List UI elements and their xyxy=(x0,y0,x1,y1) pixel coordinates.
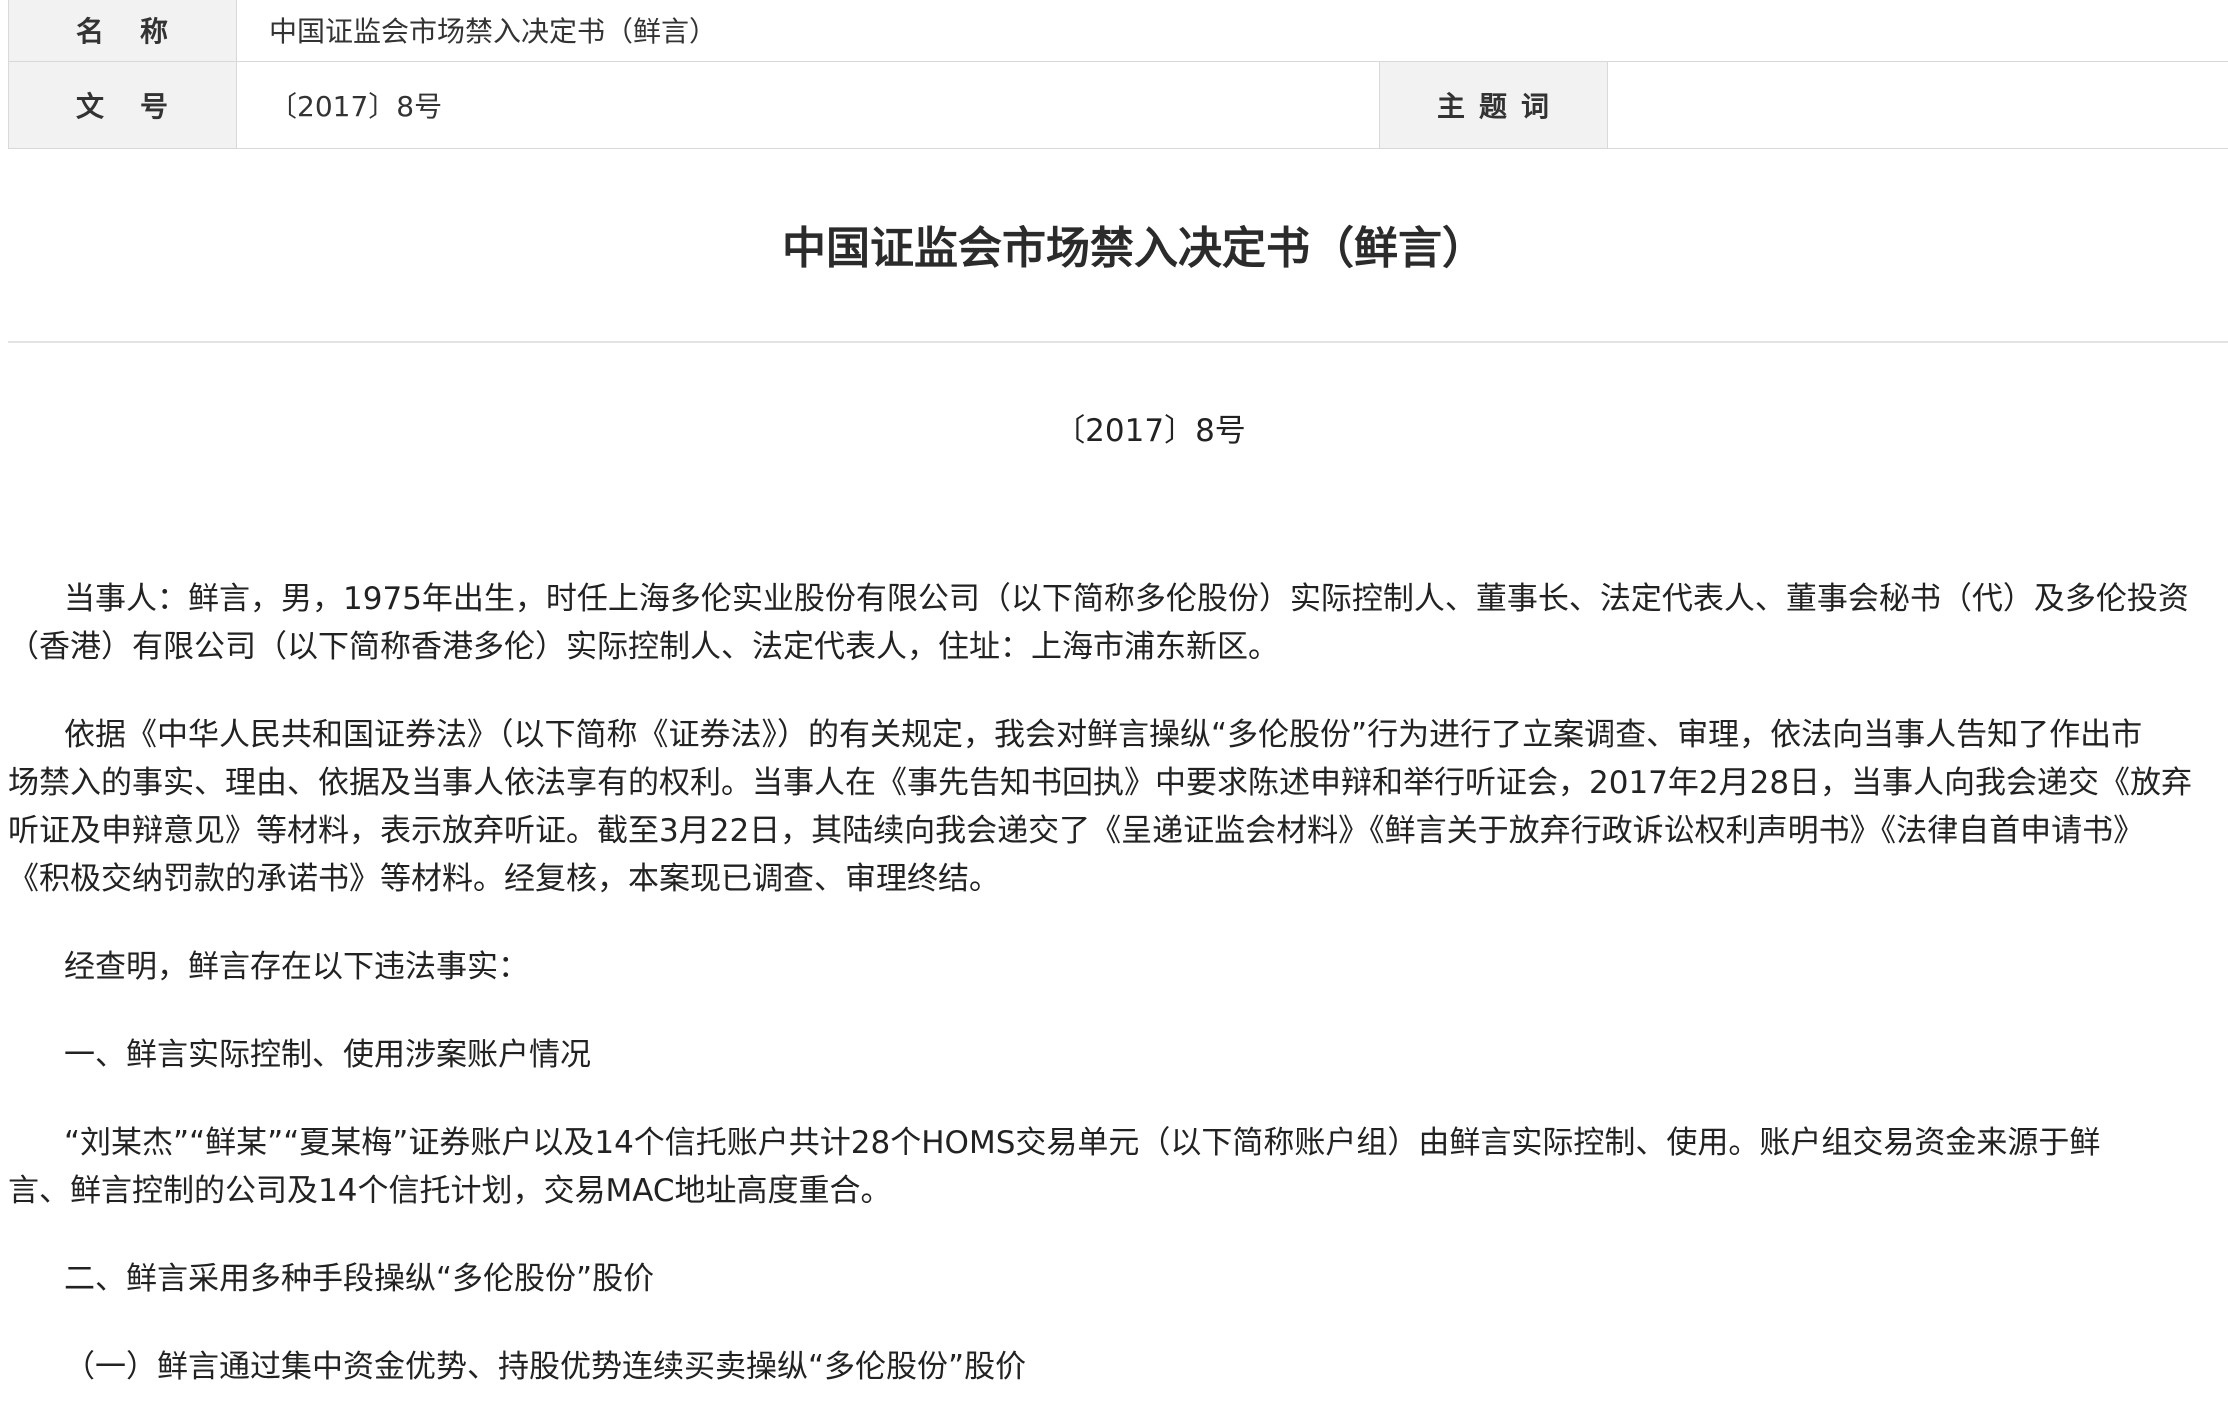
paragraph-line: 场禁入的事实、理由、依据及当事人依法享有的权利。当事人在《事先告知书回执》中要求… xyxy=(8,765,2193,801)
paragraph-line: “刘某杰”“鲜某”“夏某梅”证券账户以及14个信托账户共计28个HOMS交易单元… xyxy=(64,1125,2101,1161)
body-paragraph: 二、鲜言采用多种手段操纵“多伦股份”股价 xyxy=(8,1255,2228,1303)
body-paragraph: 一、鲜言实际控制、使用涉案账户情况 xyxy=(8,1031,2228,1079)
paragraph-line: 经查明，鲜言存在以下违法事实： xyxy=(64,949,529,985)
paragraph-line: 依据《中华人民共和国证券法》（以下简称《证券法》）的有关规定，我会对鲜言操纵“多… xyxy=(64,717,2143,753)
paragraph-line: 二、鲜言采用多种手段操纵“多伦股份”股价 xyxy=(64,1261,655,1297)
paragraph-line: 听证及申辩意见》等材料，表示放弃听证。截至3月22日，其陆续向我会递交了《呈递证… xyxy=(8,813,2145,849)
body-paragraph: 经查明，鲜言存在以下违法事实： xyxy=(8,943,2228,991)
body-paragraph: “刘某杰”“鲜某”“夏某梅”证券账户以及14个信托账户共计28个HOMS交易单元… xyxy=(8,1119,2228,1215)
metadata-row-name: 名称 中国证监会市场禁入决定书（鲜言） xyxy=(8,0,2228,62)
paragraph-line: （香港）有限公司（以下简称香港多伦）实际控制人、法定代表人，住址：上海市浦东新区… xyxy=(8,629,1279,665)
docno-label: 文号 xyxy=(8,61,237,149)
paragraph-line: （一）鲜言通过集中资金优势、持股优势连续买卖操纵“多伦股份”股价 xyxy=(64,1349,1027,1385)
document-page: 名称 中国证监会市场禁入决定书（鲜言） 文号 〔2017〕8号 主题词 中国证监… xyxy=(0,0,2228,1424)
name-value: 中国证监会市场禁入决定书（鲜言） xyxy=(236,0,2228,62)
paragraph-line: 一、鲜言实际控制、使用涉案账户情况 xyxy=(64,1037,591,1073)
document-title: 中国证监会市场禁入决定书（鲜言） xyxy=(782,223,1486,274)
document-body: 当事人：鲜言，男，1975年出生，时任上海多伦实业股份有限公司（以下简称多伦股份… xyxy=(8,575,2228,1424)
paragraph-line: 当事人：鲜言，男，1975年出生，时任上海多伦实业股份有限公司（以下简称多伦股份… xyxy=(64,581,2189,617)
body-paragraph: （一）鲜言通过集中资金优势、持股优势连续买卖操纵“多伦股份”股价 xyxy=(8,1343,2228,1391)
keyword-value xyxy=(1607,61,2228,149)
body-paragraph: 依据《中华人民共和国证券法》（以下简称《证券法》）的有关规定，我会对鲜言操纵“多… xyxy=(8,711,2228,903)
title-divider xyxy=(8,341,2228,343)
paragraph-line: 言、鲜言控制的公司及14个信托计划，交易MAC地址高度重合。 xyxy=(8,1173,892,1209)
metadata-table: 名称 中国证监会市场禁入决定书（鲜言） 文号 〔2017〕8号 主题词 xyxy=(8,0,2228,149)
keyword-label: 主题词 xyxy=(1379,61,1608,149)
document-number: 〔2017〕8号 xyxy=(1054,413,1246,449)
body-paragraph: 当事人：鲜言，男，1975年出生，时任上海多伦实业股份有限公司（以下简称多伦股份… xyxy=(8,575,2228,671)
metadata-row-docno: 文号 〔2017〕8号 主题词 xyxy=(8,61,2228,149)
docno-value: 〔2017〕8号 xyxy=(236,61,1380,149)
name-label: 名称 xyxy=(8,0,237,62)
paragraph-line: 《积极交纳罚款的承诺书》等材料。经复核，本案现已调查、审理终结。 xyxy=(8,861,1000,897)
